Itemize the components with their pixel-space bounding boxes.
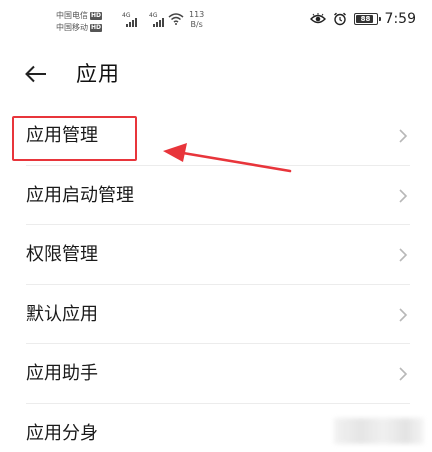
menu-item-label: 应用助手: [26, 363, 98, 384]
menu-item-app-launch[interactable]: 应用启动管理: [0, 166, 432, 225]
settings-screen: 中国电信 HD 中国移动 HD 4G 4G 113 B/s 88 7:59 应用…: [0, 0, 432, 452]
battery-level-text: 88: [360, 15, 371, 23]
menu-item-permissions[interactable]: 权限管理: [0, 225, 432, 285]
chevron-right-icon: [399, 307, 408, 322]
hd-badge: HD: [90, 12, 103, 20]
menu-item-label: 应用启动管理: [26, 184, 134, 206]
menu-item-label: 应用分身: [26, 422, 98, 444]
alarm-icon: [333, 12, 346, 26]
hd-badge: HD: [90, 24, 103, 32]
carrier-1-name: 中国电信: [56, 11, 88, 20]
signal-icon: 4G: [122, 12, 140, 27]
signal-group: 4G 4G: [122, 12, 167, 27]
speed-unit: B/s: [190, 20, 203, 29]
carrier-info: 中国电信 HD 中国移动 HD: [56, 10, 103, 34]
blurred-watermark: [334, 418, 424, 444]
chevron-right-icon: [399, 367, 408, 381]
signal-icon: 4G: [149, 12, 167, 27]
status-bar: 中国电信 HD 中国移动 HD 4G 4G 113 B/s 88 7:59: [0, 0, 432, 44]
menu-item-default-apps[interactable]: 默认应用: [0, 285, 432, 344]
chevron-right-icon: [399, 129, 408, 143]
chevron-right-icon: [399, 248, 408, 262]
status-time: 7:59: [384, 11, 416, 27]
network-speed: 113 B/s: [189, 10, 204, 30]
status-right-group: 88 7:59: [309, 11, 416, 27]
highlight-box: [12, 116, 137, 161]
wifi-icon: [168, 13, 184, 25]
menu-item-app-assistant[interactable]: 应用助手: [0, 344, 432, 404]
page-header: 应用: [0, 44, 432, 106]
carrier-2-name: 中国移动: [56, 23, 88, 32]
menu-item-label: 默认应用: [26, 303, 98, 325]
speed-value: 113: [189, 10, 205, 19]
back-arrow-icon: [25, 65, 46, 83]
battery-icon: 88: [353, 13, 381, 25]
chevron-right-icon: [399, 188, 408, 203]
menu-item-label: 权限管理: [26, 244, 98, 265]
eye-comfort-icon: [309, 13, 326, 24]
back-button[interactable]: [20, 58, 52, 90]
page-title: 应用: [76, 62, 120, 86]
